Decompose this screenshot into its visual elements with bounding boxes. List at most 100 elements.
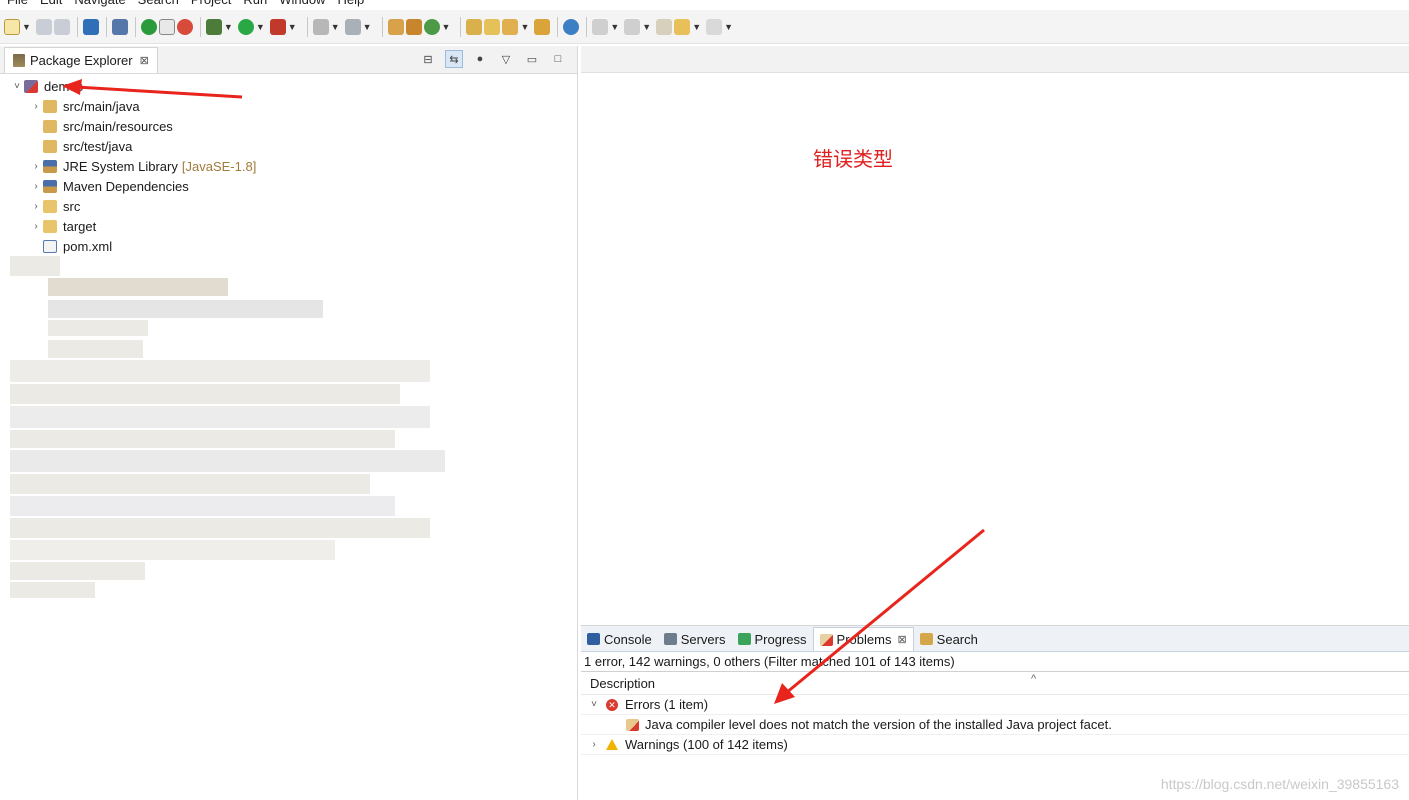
- view-actions: ⊟ ⇆ ● ▽ ▭ □: [419, 50, 567, 68]
- menu-window[interactable]: Window: [273, 0, 331, 8]
- globe-icon: [563, 18, 580, 35]
- chevron-down-icon[interactable]: ▼: [22, 22, 31, 32]
- menu-file[interactable]: File: [0, 0, 34, 8]
- tab-problems[interactable]: Problems ⊠: [812, 627, 914, 651]
- link-with-editor-button[interactable]: ⇆: [445, 50, 463, 68]
- skip-breakpoints-button[interactable]: [111, 16, 128, 38]
- tab-package-explorer[interactable]: Package Explorer ⊠: [4, 47, 158, 73]
- tree-item-project[interactable]: ˅ demos: [0, 76, 577, 96]
- column-header-label: Description: [590, 676, 656, 691]
- tree-item-pom[interactable]: pom.xml: [0, 236, 577, 256]
- open-folder-button[interactable]: [484, 16, 501, 38]
- new-class-button[interactable]: [387, 16, 404, 38]
- editor-tabstrip: [581, 46, 1409, 73]
- new-button[interactable]: ▼: [4, 16, 34, 38]
- save-icon: [35, 18, 52, 35]
- browser-button[interactable]: [563, 16, 580, 38]
- annotate-button[interactable]: ▼: [502, 16, 532, 38]
- description-column-header[interactable]: Description ^: [581, 671, 1409, 695]
- tab-progress[interactable]: Progress: [732, 627, 813, 651]
- menu-project[interactable]: Project: [185, 0, 237, 8]
- close-icon[interactable]: ⊠: [897, 633, 906, 646]
- next-annotation-button[interactable]: ▼: [592, 16, 622, 38]
- tree-item-label: src/main/java: [63, 98, 140, 114]
- watermark: https://blog.csdn.net/weixin_39855163: [1160, 776, 1399, 792]
- prev-annotation-icon: [624, 18, 641, 35]
- tab-servers[interactable]: Servers: [658, 627, 732, 651]
- error-icon: ✕: [606, 698, 618, 711]
- menu-search[interactable]: Search: [132, 0, 185, 8]
- close-icon[interactable]: ⊠: [140, 54, 149, 67]
- pixelated-region: [0, 256, 450, 606]
- view-menu-button[interactable]: ▽: [497, 50, 515, 68]
- tree-item-src-test-java[interactable]: src/test/java: [0, 136, 577, 156]
- open-type-button[interactable]: [466, 16, 483, 38]
- problems-summary: 1 error, 142 warnings, 0 others (Filter …: [584, 654, 955, 669]
- chevron-down-icon[interactable]: ▼: [288, 22, 297, 32]
- chevron-down-icon[interactable]: ▼: [331, 22, 340, 32]
- chevron-down-icon[interactable]: ▼: [442, 22, 451, 32]
- tree-item-target[interactable]: › target: [0, 216, 577, 236]
- tree-item-decoration: [JavaSE-1.8]: [181, 158, 257, 174]
- chevron-down-icon[interactable]: ˅: [586, 699, 602, 710]
- stop-button[interactable]: ▼: [312, 16, 343, 38]
- chevron-right-icon[interactable]: ›: [586, 739, 602, 750]
- chevron-right-icon[interactable]: ›: [29, 101, 43, 112]
- task-icon: [534, 18, 551, 35]
- open-console-button[interactable]: [82, 16, 99, 38]
- chevron-right-icon[interactable]: ›: [29, 181, 43, 192]
- package-explorer-tabbar: Package Explorer ⊠ ⊟ ⇆ ● ▽ ▭ □: [0, 46, 577, 74]
- menu-help[interactable]: Help: [331, 0, 370, 8]
- new-package-button[interactable]: [405, 16, 422, 38]
- save-all-button[interactable]: [53, 16, 70, 38]
- maximize-button[interactable]: □: [549, 50, 567, 68]
- start-server-button[interactable]: [140, 16, 157, 38]
- library-icon: [43, 159, 57, 173]
- problem-item-row[interactable]: Java compiler level does not match the v…: [581, 715, 1409, 735]
- toolbar-separator: [105, 16, 107, 37]
- chevron-down-icon[interactable]: ▼: [724, 22, 733, 32]
- chevron-right-icon[interactable]: ›: [29, 161, 43, 172]
- chevron-down-icon[interactable]: ▼: [256, 22, 265, 32]
- last-edit-button[interactable]: [656, 16, 673, 38]
- save-all-icon: [53, 18, 70, 35]
- forward-button[interactable]: ▼: [706, 16, 736, 38]
- chevron-down-icon[interactable]: ▼: [520, 22, 529, 32]
- external-tools-button[interactable]: ▼: [344, 16, 375, 38]
- run-button[interactable]: ▼: [237, 16, 268, 38]
- chevron-right-icon[interactable]: ›: [29, 221, 43, 232]
- menu-navigate[interactable]: Navigate: [68, 0, 131, 8]
- errors-group-row[interactable]: ˅ ✕ Errors (1 item): [581, 695, 1409, 715]
- menu-edit[interactable]: Edit: [34, 0, 68, 8]
- refresh-button[interactable]: ▼: [423, 16, 454, 38]
- save-button[interactable]: [35, 16, 52, 38]
- open-editor-button[interactable]: [158, 16, 175, 38]
- open-task-button[interactable]: [534, 16, 551, 38]
- collapse-all-button[interactable]: ⊟: [419, 50, 437, 68]
- tree-item-jre-library[interactable]: › JRE System Library [JavaSE-1.8]: [0, 156, 577, 176]
- focus-button[interactable]: ●: [471, 50, 489, 68]
- tree-item-src[interactable]: › src: [0, 196, 577, 216]
- minimize-button[interactable]: ▭: [523, 50, 541, 68]
- chevron-down-icon[interactable]: ▼: [692, 22, 701, 32]
- tree-item-maven-dependencies[interactable]: › Maven Dependencies: [0, 176, 577, 196]
- prev-annotation-button[interactable]: ▼: [624, 16, 654, 38]
- chevron-down-icon[interactable]: ▼: [224, 22, 233, 32]
- menu-run[interactable]: Run: [237, 0, 273, 8]
- chevron-down-icon[interactable]: ˅: [10, 81, 24, 92]
- chevron-down-icon[interactable]: ▼: [363, 22, 372, 32]
- tree-item-src-main-java[interactable]: › src/main/java: [0, 96, 577, 116]
- chevron-down-icon[interactable]: ▼: [642, 22, 651, 32]
- web-browser-button[interactable]: [176, 16, 193, 38]
- tree-item-src-main-resources[interactable]: src/main/resources: [0, 116, 577, 136]
- warnings-group-row[interactable]: › Warnings (100 of 142 items): [581, 735, 1409, 755]
- tab-console[interactable]: Console: [581, 627, 658, 651]
- debug-button[interactable]: ▼: [205, 16, 236, 38]
- back-button[interactable]: ▼: [674, 16, 704, 38]
- chevron-down-icon[interactable]: ▼: [610, 22, 619, 32]
- tab-label: Problems: [836, 632, 892, 647]
- coverage-button[interactable]: ▼: [269, 16, 300, 38]
- pencil-icon: [502, 18, 519, 35]
- tab-search[interactable]: Search: [914, 627, 984, 651]
- chevron-right-icon[interactable]: ›: [29, 201, 43, 212]
